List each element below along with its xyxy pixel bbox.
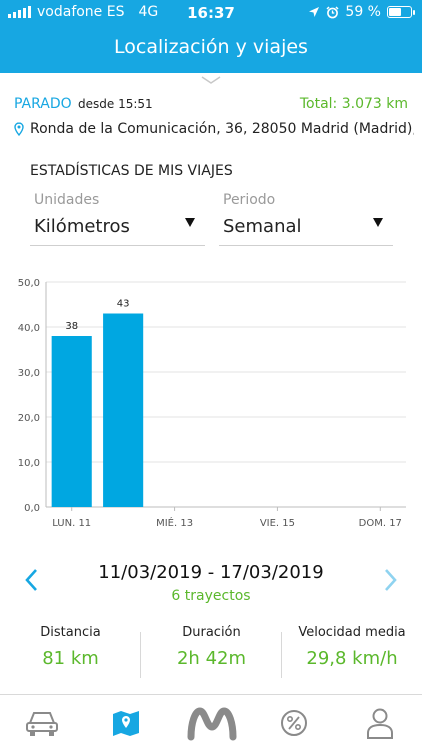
stats-section-title: ESTADÍSTICAS DE MIS VIAJES xyxy=(30,163,233,179)
battery-icon xyxy=(387,6,415,18)
average-speed-stat: Velocidad media 29,8 km/h xyxy=(282,622,422,682)
app-header: vodafone ES 4G 16:37 59 % Localización y… xyxy=(0,0,422,73)
bar xyxy=(103,313,144,507)
tab-profile[interactable] xyxy=(360,703,400,743)
trip-count[interactable]: 6 trayectos xyxy=(0,588,422,604)
map-pin-icon xyxy=(113,711,139,736)
tab-home[interactable] xyxy=(186,703,238,743)
location-pin-icon xyxy=(14,122,24,136)
period-select[interactable]: Periodo Semanal xyxy=(219,190,393,246)
trip-summary: Distancia 81 km Duración 2h 42m Velocida… xyxy=(0,622,422,682)
period-label: Periodo xyxy=(223,192,276,208)
vehicle-state: PARADO xyxy=(14,96,72,112)
units-value: Kilómetros xyxy=(34,216,130,237)
tab-location[interactable] xyxy=(106,703,146,743)
units-select[interactable]: Unidades Kilómetros xyxy=(30,190,205,246)
movistar-logo-icon xyxy=(187,707,237,741)
x-tick-label: DOM. 17 xyxy=(359,518,402,529)
chevron-down-icon[interactable] xyxy=(200,74,222,86)
status-bar: vodafone ES 4G 16:37 59 % xyxy=(0,0,422,24)
state-since: desde 15:51 xyxy=(78,97,153,111)
y-tick-label: 10,0 xyxy=(18,458,40,469)
status-right: 59 % xyxy=(308,4,415,20)
bar-value-label: 43 xyxy=(117,299,130,310)
y-tick-label: 30,0 xyxy=(18,368,40,379)
page-title: Localización y viajes xyxy=(114,36,308,58)
bar-value-label: 38 xyxy=(65,321,78,332)
dropdown-arrow-icon xyxy=(185,218,195,227)
duration-value: 2h 42m xyxy=(176,648,247,669)
address-row[interactable]: Ronda de la Comunicación, 36, 28050 Madr… xyxy=(14,119,414,139)
week-navigation: 11/03/2019 - 17/03/2019 6 trayectos xyxy=(0,560,422,610)
address-text: Ronda de la Comunicación, 36, 28050 Madr… xyxy=(30,121,414,137)
alarm-icon xyxy=(326,5,339,18)
distance-value: 81 km xyxy=(42,648,99,669)
weekly-distance-chart: 0,0 10,0 20,0 30,0 40,0 50,0 38 LUN. 11 43 MIÉ. 1… xyxy=(18,278,406,529)
y-tick-label: 20,0 xyxy=(18,413,40,424)
dropdown-arrow-icon xyxy=(373,218,383,227)
total-distance: Total: 3.073 km xyxy=(299,96,408,112)
x-tick-label: LUN. 11 xyxy=(52,518,91,529)
average-speed-value: 29,8 km/h xyxy=(306,648,398,669)
units-label: Unidades xyxy=(34,192,100,208)
bar xyxy=(51,336,92,507)
location-arrow-icon xyxy=(309,7,320,17)
chevron-right-icon[interactable] xyxy=(378,566,402,594)
y-tick-label: 40,0 xyxy=(18,323,40,334)
battery-percent: 59 % xyxy=(345,4,381,20)
tab-offers[interactable] xyxy=(274,703,314,743)
period-value: Semanal xyxy=(223,216,302,237)
user-icon xyxy=(367,708,393,739)
distance-stat: Distancia 81 km xyxy=(0,622,141,682)
average-speed-label: Velocidad media xyxy=(298,625,406,640)
tab-bar xyxy=(0,694,422,750)
duration-stat: Duración 2h 42m xyxy=(141,622,282,682)
percent-badge-icon xyxy=(281,710,307,736)
week-range: 11/03/2019 - 17/03/2019 xyxy=(98,562,324,583)
distance-label: Distancia xyxy=(40,625,101,640)
x-tick-label: MIÉ. 13 xyxy=(156,516,193,529)
tab-vehicle[interactable] xyxy=(22,703,62,743)
y-tick-label: 50,0 xyxy=(18,278,40,289)
duration-label: Duración xyxy=(182,625,241,640)
vehicle-status-row: PARADO desde 15:51 Total: 3.073 km xyxy=(14,96,408,114)
car-icon xyxy=(26,712,58,736)
x-tick-label: VIE. 15 xyxy=(260,518,295,529)
y-tick-label: 0,0 xyxy=(24,503,40,514)
